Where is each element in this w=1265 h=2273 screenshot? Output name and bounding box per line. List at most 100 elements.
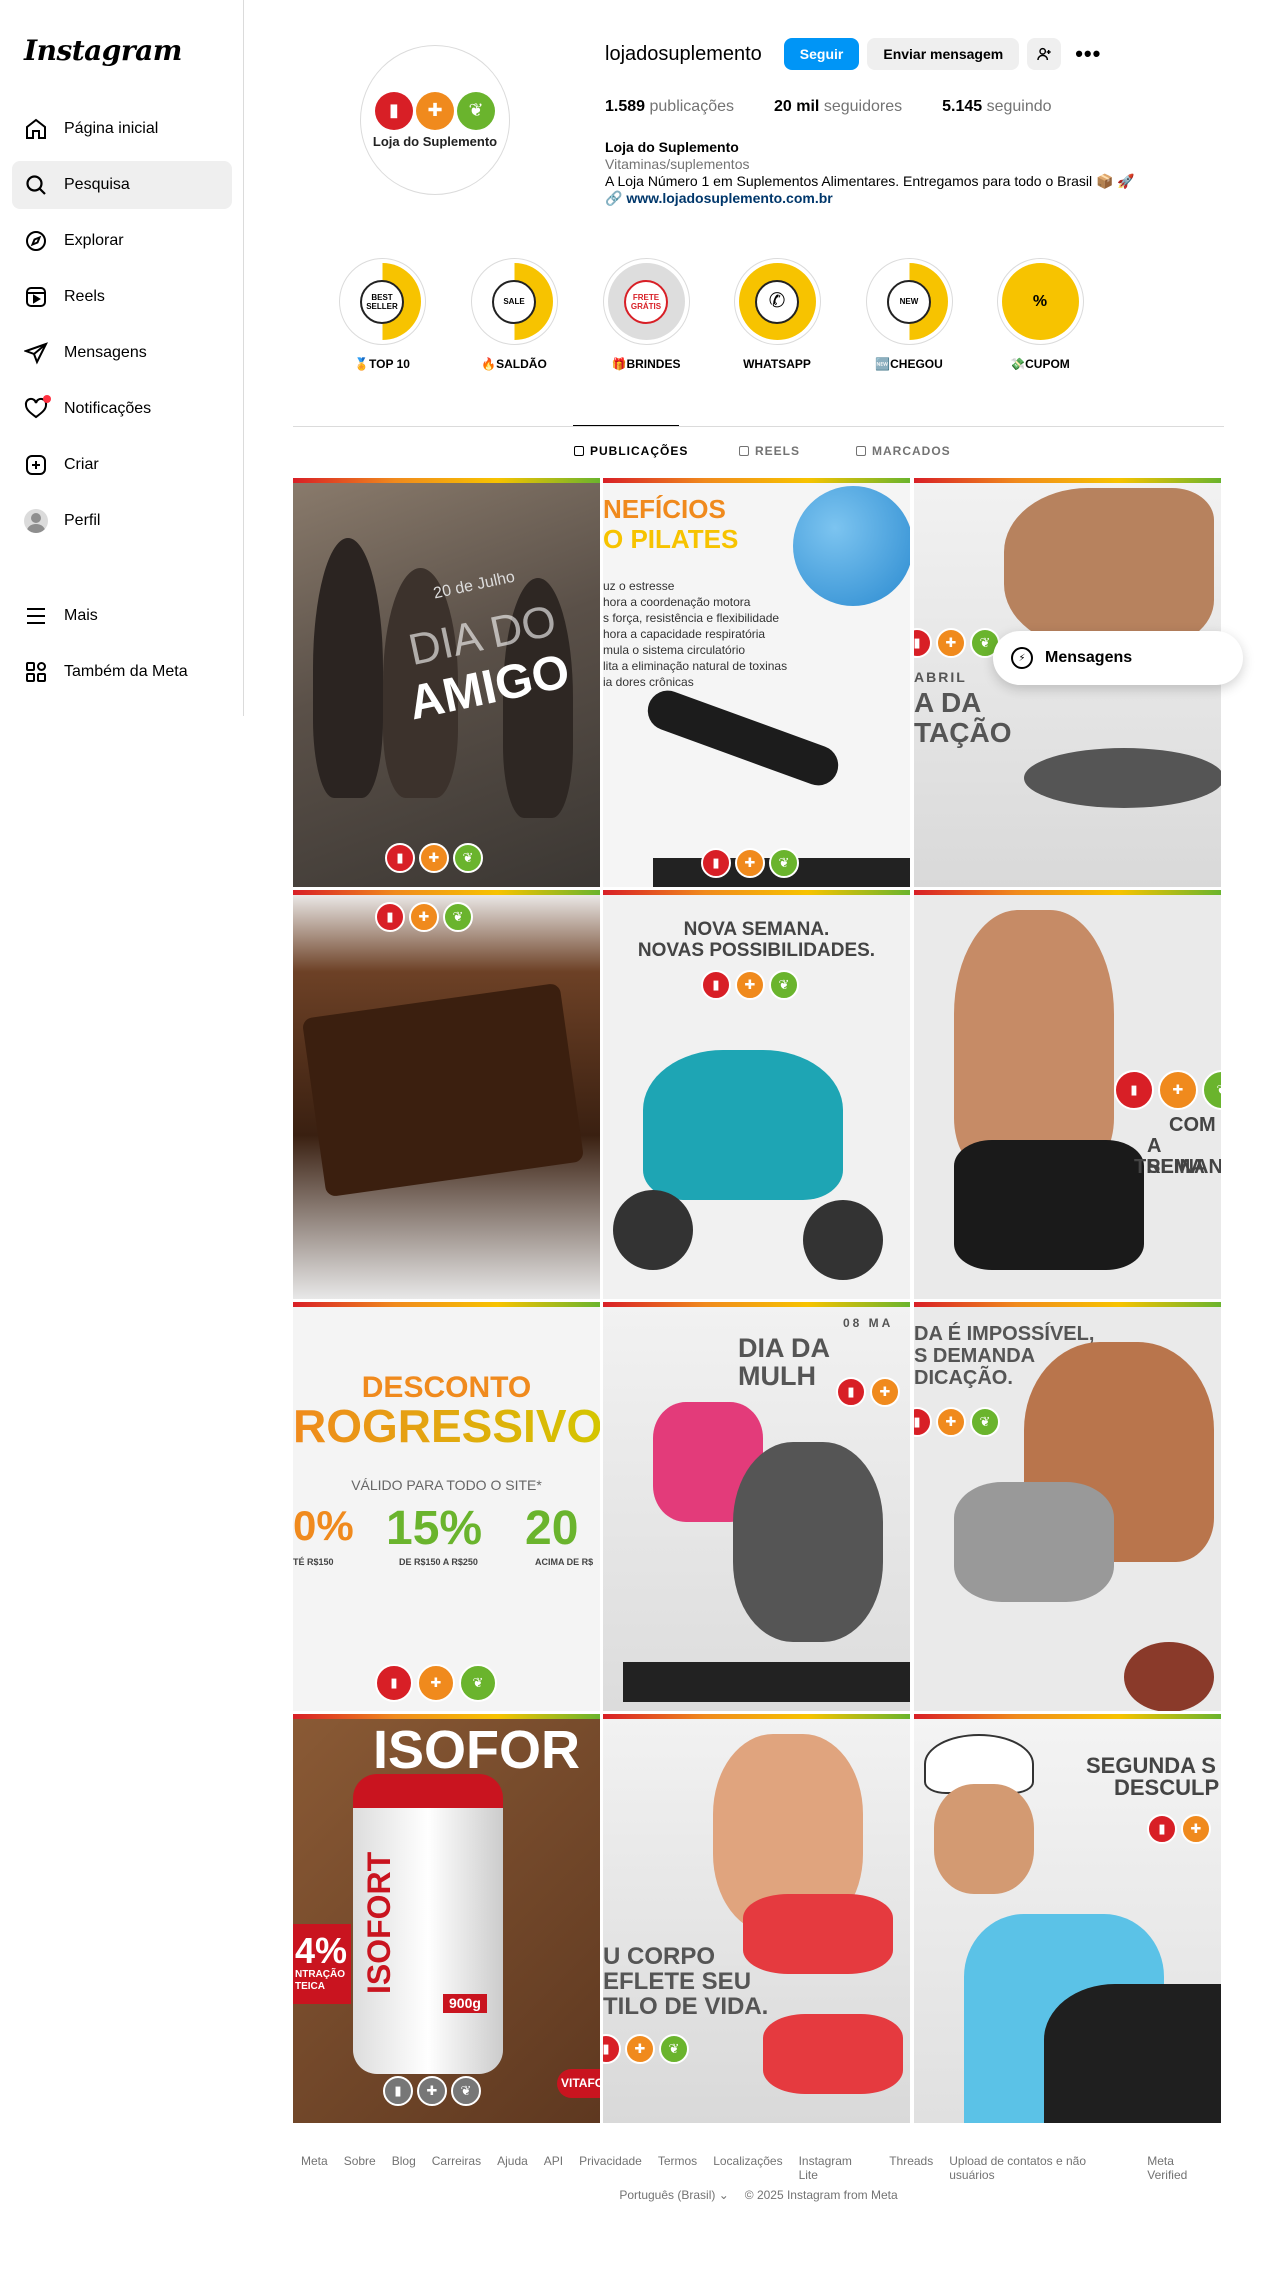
footer-link[interactable]: Meta	[301, 2154, 328, 2182]
highlight-label: 🎁BRINDES	[611, 357, 681, 371]
sidebar-item-label: Também da Meta	[64, 663, 188, 680]
highlight-label: 🆕CHEGOU	[875, 357, 943, 371]
floating-messages-button[interactable]: ⚡ Mensagens	[993, 631, 1243, 685]
floating-messages-label: Mensagens	[1045, 649, 1133, 666]
post-brownie[interactable]: ▮ ✚ ❦	[293, 890, 600, 1299]
supplement-jar-icon: ▮	[375, 91, 413, 130]
post-seu-corpo[interactable]: U CORPO EFLETE SEU TILO DE VIDA. ▮ ✚ ❦	[603, 1714, 910, 2123]
highlight-label: WHATSAPP	[743, 357, 811, 371]
messenger-icon: ⚡	[1011, 647, 1033, 669]
post-dia-da-mulher[interactable]: 08 MA DIA DA MULH ▮ ✚	[603, 1302, 910, 1711]
sidebar-item-notifications[interactable]: Notificações	[12, 385, 232, 433]
sidebar: Instagram Página inicial Pesquisa Explor…	[0, 0, 244, 716]
more-options-icon[interactable]: •••	[1075, 41, 1101, 67]
sidebar-item-label: Mais	[64, 607, 98, 624]
post-beneficios-pilates[interactable]: NEFÍCIOS O PILATES uz o estresse hora a c…	[603, 478, 910, 887]
posts-count: 1.589 publicações	[605, 98, 734, 115]
post-isofort[interactable]: ISOFOR ISOFORT 900g 4% NTRAÇÃO TEICA VIT…	[293, 1714, 600, 2123]
profile-website-link[interactable]: 🔗 www.lojadosuplemento.com.br	[605, 190, 1205, 207]
highlight-label: 💸CUPOM	[1010, 357, 1070, 371]
footer-link[interactable]: Carreiras	[432, 2154, 481, 2182]
sidebar-item-label: Explorar	[64, 232, 124, 249]
tab-reels[interactable]: REELS	[739, 444, 800, 458]
footer-link[interactable]: Privacidade	[579, 2154, 642, 2182]
footer-link[interactable]: Upload de contatos e não usuários	[949, 2154, 1131, 2182]
profile-avatar[interactable]: ▮ ✚ ❦ Loja do Suplemento	[360, 45, 510, 195]
post-segunda-sem-desculpas[interactable]: SEGUNDA S DESCULP ▮ ✚	[914, 1714, 1221, 2123]
highlight-top10[interactable]: BEST SELLER 🏅TOP 10	[336, 258, 428, 371]
sidebar-item-reels[interactable]: Reels	[12, 273, 232, 321]
sale-badge-icon: SALE	[492, 279, 536, 324]
follow-button[interactable]: Seguir	[783, 38, 860, 70]
footer-link[interactable]: Meta Verified	[1147, 2154, 1216, 2182]
sidebar-item-label: Criar	[64, 456, 99, 473]
reels-icon	[26, 287, 46, 307]
compass-icon	[26, 231, 46, 251]
best-seller-badge-icon: BEST SELLER	[360, 279, 404, 324]
sidebar-item-label: Reels	[64, 288, 105, 305]
profile-username: lojadosuplemento	[605, 42, 762, 65]
post-nova-semana[interactable]: NOVA SEMANA. NOVAS POSSIBILIDADES. ▮ ✚ ❦	[603, 890, 910, 1299]
footer-link[interactable]: Ajuda	[497, 2154, 528, 2182]
sidebar-item-explore[interactable]: Explorar	[12, 217, 232, 265]
coupon-icon: %	[1032, 293, 1048, 310]
profile-username-row: lojadosuplemento Seguir Enviar mensagem …	[605, 38, 1101, 70]
post-comece-a-semana[interactable]: ▮✚❦ COM A SEMA TREINAN	[914, 890, 1221, 1299]
sidebar-item-label: Mensagens	[64, 344, 147, 361]
sidebar-item-label: Página inicial	[64, 120, 159, 137]
highlight-whatsapp[interactable]: ✆ WHATSAPP	[731, 258, 823, 371]
avatar-brand-text: Loja do Suplemento	[372, 133, 498, 149]
link-icon: 🔗	[605, 190, 627, 206]
followers-count[interactable]: 20 mil seguidores	[774, 98, 902, 116]
highlight-saldao[interactable]: SALE 🔥SALDÃO	[468, 258, 560, 371]
footer-link[interactable]: Sobre	[344, 2154, 376, 2182]
profile-display-name: Loja do Suplemento	[605, 139, 739, 155]
tab-publicacoes[interactable]: PUBLICAÇÕES	[574, 444, 688, 458]
tab-marcados[interactable]: MARCADOS	[856, 444, 951, 458]
sidebar-item-home[interactable]: Página inicial	[12, 105, 232, 153]
search-icon	[26, 175, 46, 195]
active-tab-indicator	[573, 425, 679, 426]
language-selector[interactable]: Português (Brasil) ⌄	[619, 2188, 728, 2202]
sidebar-item-search[interactable]: Pesquisa	[12, 161, 232, 209]
sidebar-item-more[interactable]: Mais	[12, 592, 232, 640]
sidebar-item-label: Pesquisa	[64, 176, 130, 193]
reels-icon	[739, 446, 749, 456]
highlight-brindes[interactable]: FRETE GRÁTIS 🎁BRINDES	[600, 258, 692, 371]
sidebar-item-label: Notificações	[64, 400, 152, 417]
highlight-cupom[interactable]: % 💸CUPOM	[994, 258, 1086, 371]
footer-bottom: Português (Brasil) ⌄ © 2025 Instagram fr…	[293, 2188, 1224, 2202]
footer-link[interactable]: Threads	[889, 2154, 933, 2182]
profile-category: Vitaminas/suplementos	[605, 156, 750, 172]
plus-square-icon	[26, 455, 46, 475]
sidebar-item-meta[interactable]: Também da Meta	[12, 648, 232, 696]
post-nada-e-impossivel[interactable]: DA É IMPOSSÍVEL, S DEMANDA DICAÇÃO. ▮ ✚ ❦	[914, 1302, 1221, 1711]
post-desconto-progressivo[interactable]: DESCONTO ROGRESSIVO VÁLIDO PARA TODO O S…	[293, 1302, 600, 1711]
free-shipping-badge-icon: FRETE GRÁTIS	[624, 279, 668, 324]
footer-link[interactable]: Instagram Lite	[799, 2154, 874, 2182]
sidebar-item-create[interactable]: Criar	[12, 441, 232, 489]
following-count[interactable]: 5.145 seguindo	[942, 98, 1051, 116]
menu-icon	[27, 608, 45, 624]
profile-bio: Loja do Suplemento Vitaminas/suplementos…	[605, 139, 1205, 207]
grid-icon	[574, 446, 584, 456]
home-icon	[26, 118, 46, 139]
footer-link[interactable]: API	[544, 2154, 563, 2182]
notification-dot	[43, 395, 51, 403]
footer-links: Meta Sobre Blog Carreiras Ajuda API Priv…	[293, 2154, 1224, 2182]
suggest-users-button[interactable]	[1027, 38, 1062, 70]
send-message-button[interactable]: Enviar mensagem	[867, 38, 1020, 70]
add-person-icon	[1037, 47, 1051, 61]
sidebar-item-profile[interactable]: Perfil	[12, 497, 232, 545]
footer-link[interactable]: Blog	[392, 2154, 416, 2182]
highlight-chegou[interactable]: NEW 🆕CHEGOU	[863, 258, 955, 371]
grid-squares-icon	[26, 662, 46, 682]
post-dia-do-amigo[interactable]: 20 de Julho DIA DO AMIGO ▮ ✚ ❦	[293, 478, 600, 887]
tabs-divider	[293, 426, 1224, 427]
footer-link[interactable]: Termos	[658, 2154, 697, 2182]
footer-link[interactable]: Localizações	[713, 2154, 782, 2182]
sidebar-item-messages[interactable]: Mensagens	[12, 329, 232, 377]
new-badge-icon: NEW	[887, 279, 931, 324]
brand-logo-icons: ▮ ✚ ❦	[375, 91, 495, 130]
instagram-logo[interactable]: Instagram	[24, 34, 182, 67]
